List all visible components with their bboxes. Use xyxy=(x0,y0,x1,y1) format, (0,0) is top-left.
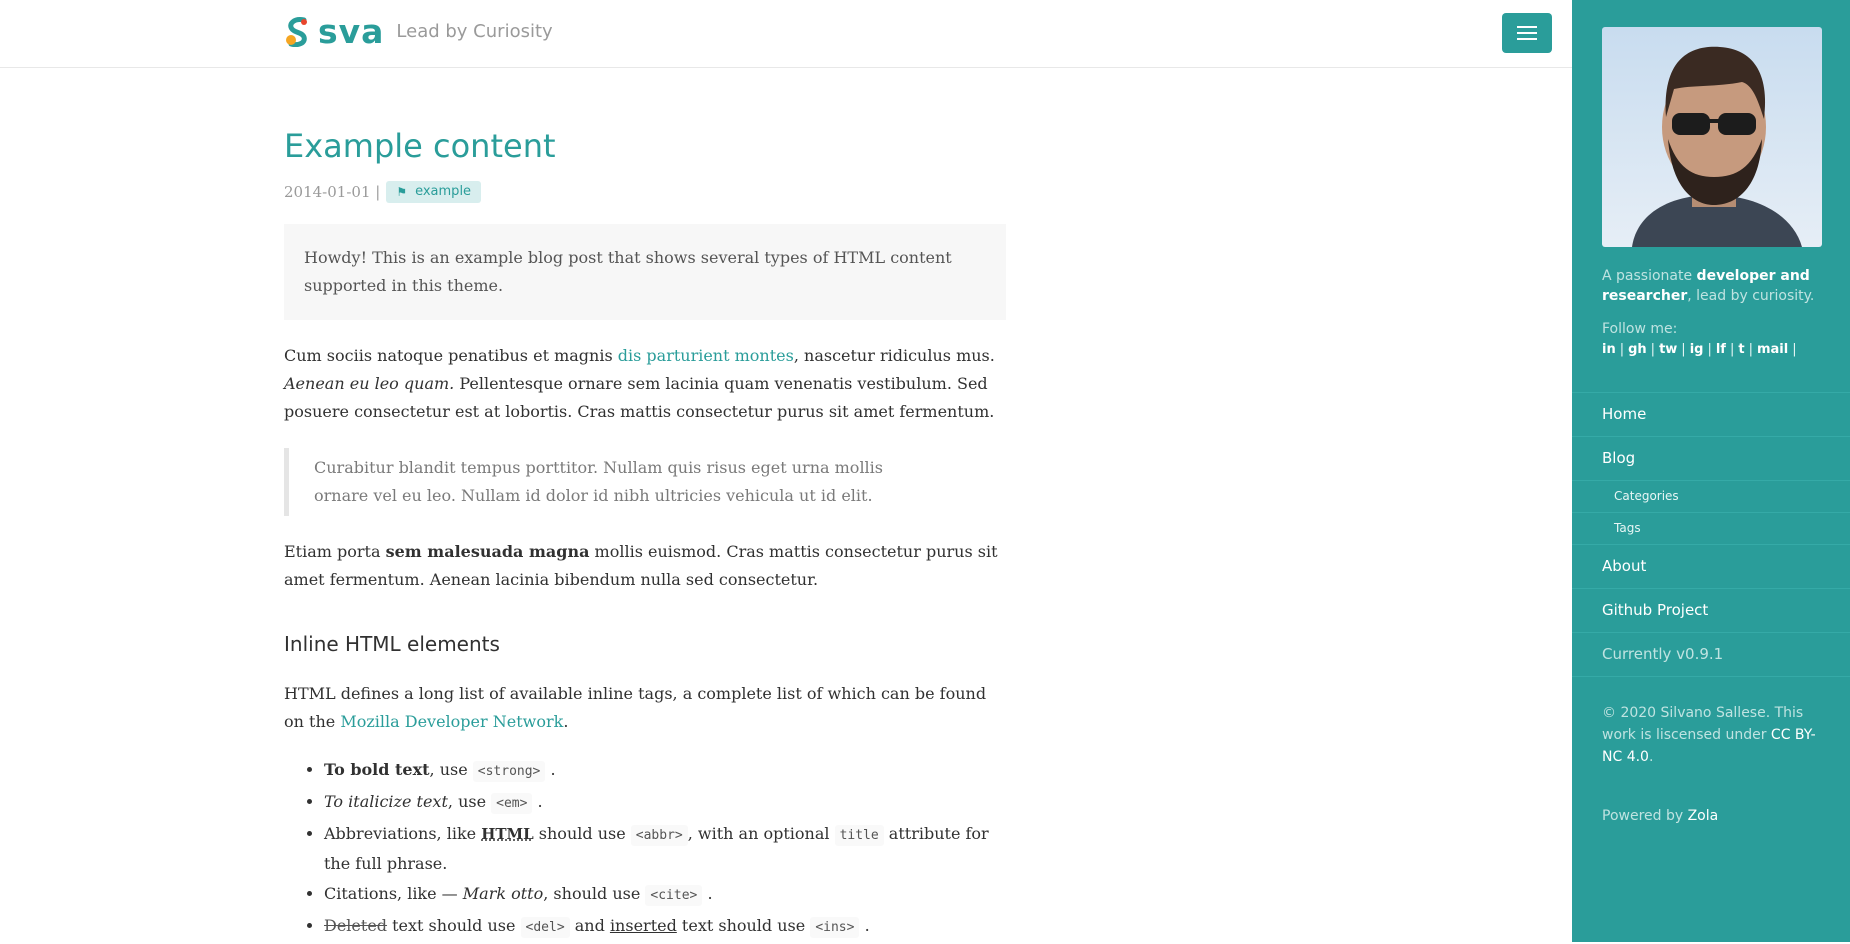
copyright: © 2020 Silvano Sallese. This work is lis… xyxy=(1602,702,1822,768)
mdn-link[interactable]: Mozilla Developer Network xyxy=(340,712,563,731)
emphasis-text: Aenean eu leo quam. xyxy=(284,374,455,393)
text: text should use xyxy=(387,916,521,935)
text: Cum sociis natoque penatibus et magnis xyxy=(284,346,618,365)
site-logo[interactable]: sva Lead by Curiosity xyxy=(284,12,553,51)
post-intro: Howdy! This is an example blog post that… xyxy=(284,224,1006,320)
powered-by: Powered by Zola xyxy=(1602,808,1718,824)
tag-icon: ⚑ xyxy=(396,185,408,199)
text: , use xyxy=(429,760,473,779)
tumblr-icon[interactable]: t xyxy=(1738,342,1744,357)
code-snippet: <del> xyxy=(520,917,570,938)
separator: | xyxy=(1792,342,1797,357)
strong-text: To bold text xyxy=(324,760,430,779)
inserted-text: inserted xyxy=(609,916,677,935)
deleted-text: Deleted xyxy=(324,916,388,935)
separator: | xyxy=(1748,342,1753,357)
nav-item-categories[interactable]: Categories xyxy=(1572,481,1850,513)
text: , use xyxy=(447,792,492,811)
instagram-icon[interactable]: ig xyxy=(1690,342,1704,357)
post-title: Example content xyxy=(284,127,556,165)
inline-link[interactable]: dis parturient montes xyxy=(618,346,794,365)
code-snippet: title xyxy=(834,825,884,846)
code-snippet: <em> xyxy=(491,793,533,814)
avatar xyxy=(1602,27,1822,247)
nav-item-home[interactable]: Home xyxy=(1572,393,1850,437)
code-snippet: <abbr> xyxy=(630,825,688,846)
version-label: Currently v0.9.1 xyxy=(1572,633,1850,677)
paragraph-1: Cum sociis natoque penatibus et magnis d… xyxy=(284,342,1006,426)
strong-text: sem malesuada magna xyxy=(385,542,590,561)
separator: | xyxy=(1707,342,1712,357)
nav-item-about[interactable]: About xyxy=(1572,545,1850,589)
text: Abbreviations, like xyxy=(324,824,482,843)
lastfm-icon[interactable]: lf xyxy=(1716,342,1726,357)
tag-link[interactable]: ⚑ example xyxy=(386,181,482,203)
follow-label: Follow me: xyxy=(1602,321,1678,337)
github-icon[interactable]: gh xyxy=(1628,342,1647,357)
text: A passionate xyxy=(1602,268,1697,284)
social-links: in | gh | tw | ig | lf | t | mail | xyxy=(1602,342,1797,357)
list-item: To italicize text, use <em> . xyxy=(324,788,1006,818)
post-date: 2014-01-01 xyxy=(284,183,371,201)
text: should use xyxy=(533,824,631,843)
section-heading: Inline HTML elements xyxy=(284,632,500,656)
text: Etiam porta xyxy=(284,542,386,561)
blockquote: Curabitur blandit tempus porttitor. Null… xyxy=(284,448,904,516)
code-snippet: <ins> xyxy=(810,917,860,938)
meta-separator: | xyxy=(375,183,381,201)
text: . xyxy=(1648,749,1654,765)
list-item: Deleted text should use <del> and insert… xyxy=(324,912,1006,942)
inline-elements-list: To bold text, use <strong> . To italiciz… xyxy=(284,756,1006,942)
abbreviation: HTML xyxy=(481,825,534,843)
paragraph-3: HTML defines a long list of available in… xyxy=(284,680,1006,736)
citation: Mark otto xyxy=(462,884,544,903)
text: , lead by curiosity. xyxy=(1687,288,1815,304)
separator: | xyxy=(1681,342,1686,357)
linkedin-icon[interactable]: in xyxy=(1602,342,1616,357)
separator: | xyxy=(1729,342,1735,357)
menu-toggle-button[interactable] xyxy=(1502,13,1552,53)
logo-text: sva xyxy=(318,12,385,51)
text: and xyxy=(569,916,610,935)
post-meta: 2014-01-01 | ⚑ example xyxy=(284,178,1006,206)
text: , nascetur ridiculus mus. xyxy=(793,346,995,365)
post-content: Example content 2014-01-01 | ⚑ example H… xyxy=(284,100,1006,944)
list-item: To bold text, use <strong> . xyxy=(324,756,1006,786)
nav-item-blog[interactable]: Blog xyxy=(1572,437,1850,481)
text: , should use xyxy=(543,884,646,903)
envelope-icon[interactable]: mail xyxy=(1757,342,1788,357)
code-snippet: <cite> xyxy=(645,885,703,906)
sidebar-bio: A passionate developer and researcher, l… xyxy=(1602,266,1822,306)
code-snippet: <strong> xyxy=(472,761,546,782)
tag-label: example xyxy=(415,184,472,199)
text: , with an optional xyxy=(687,824,835,843)
hamburger-icon-bar xyxy=(1517,32,1537,34)
logo-icon xyxy=(286,17,307,47)
top-bar: sva Lead by Curiosity xyxy=(0,0,1572,68)
sidebar: A passionate developer and researcher, l… xyxy=(1572,0,1850,942)
nav-item-tags[interactable]: Tags xyxy=(1572,513,1850,545)
separator: | xyxy=(1650,342,1656,357)
paragraph-2: Etiam porta sem malesuada magna mollis e… xyxy=(284,538,1006,594)
text: Powered by xyxy=(1602,808,1688,824)
hamburger-icon-bar xyxy=(1517,26,1537,28)
list-item: Abbreviations, like HTML should use <abb… xyxy=(324,820,1006,878)
separator: | xyxy=(1619,342,1625,357)
zola-link[interactable]: Zola xyxy=(1688,808,1719,824)
twitter-icon[interactable]: tw xyxy=(1659,342,1677,357)
list-item: Citations, like — Mark otto, should use … xyxy=(324,880,1006,910)
sidebar-nav: Home Blog Categories Tags About Github P… xyxy=(1572,392,1850,677)
text: . xyxy=(550,760,556,779)
text: . xyxy=(537,792,543,811)
nav-item-github-project[interactable]: Github Project xyxy=(1572,589,1850,633)
text: text should use xyxy=(676,916,811,935)
hamburger-icon-bar xyxy=(1517,38,1537,40)
emphasis-text: To italicize text xyxy=(324,792,448,811)
text: Citations, like — xyxy=(324,884,463,903)
text: . xyxy=(563,712,569,731)
text: . xyxy=(707,884,713,903)
site-tagline: Lead by Curiosity xyxy=(396,21,553,42)
text: . xyxy=(864,916,870,935)
